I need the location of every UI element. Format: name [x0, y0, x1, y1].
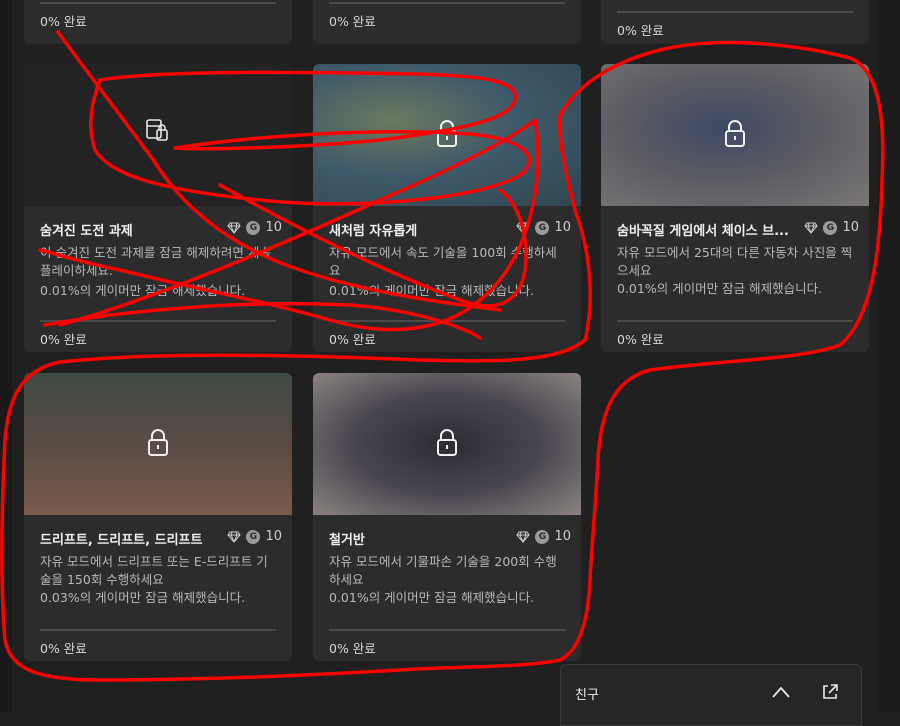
- reward: G 10: [516, 529, 571, 544]
- gamerscore-diamond-icon: [227, 531, 242, 543]
- achievement-card[interactable]: 새처럼 자유롭게 G 10 자유 모드에서 속도 기술을 100회 수행하세요 …: [313, 64, 581, 352]
- progress-bar: [329, 629, 565, 631]
- gamerscore-diamond-icon: [227, 222, 242, 234]
- progress-text: 0% 완료: [40, 332, 87, 347]
- achievement-card[interactable]: 숨바꼭질 게임에서 체이스 브... G 10 자유 모드에서 25대의 다른 …: [601, 64, 869, 352]
- chevron-up-icon[interactable]: [771, 685, 791, 699]
- reward-value: 10: [554, 220, 571, 235]
- progress-text: 0% 완료: [329, 332, 376, 347]
- lock-icon: [148, 429, 168, 456]
- progress-text: 0% 완료: [617, 23, 664, 38]
- progress-text: 0% 완료: [40, 14, 87, 29]
- achievement-title: 새처럼 자유롭게: [329, 224, 418, 239]
- hidden-achievement-icon: [146, 119, 168, 141]
- achievement-rarity: 0.01%의 게이머만 잠금 해제했습니다.: [617, 281, 823, 296]
- reward: G 10: [227, 529, 282, 544]
- reward-value: 10: [554, 529, 571, 544]
- lock-icon: [437, 120, 457, 147]
- gamerscore-g-icon: G: [246, 220, 261, 235]
- achievement-title: 드리프트, 드리프트, 드리프트: [40, 533, 203, 548]
- progress-text: 0% 완료: [329, 641, 376, 656]
- progress-bar: [617, 11, 853, 13]
- friends-panel[interactable]: 친구: [560, 664, 862, 726]
- reward-value: 10: [265, 529, 282, 544]
- gamerscore-diamond-icon: [804, 222, 819, 234]
- progress-bar: [40, 320, 276, 322]
- pop-out-icon[interactable]: [821, 683, 839, 701]
- gamerscore-g-icon: G: [535, 220, 550, 235]
- achievement-rarity: 0.01%의 게이머만 잠금 해제했습니다.: [329, 283, 535, 298]
- achievement-card[interactable]: 숨겨진 도전 과제 G 10 이 숨겨진 도전 과제를 잠금 해제하려면 계속 …: [24, 64, 292, 352]
- achievement-card-partial[interactable]: 0% 완료: [24, 0, 292, 44]
- progress-bar: [617, 320, 853, 322]
- progress-bar: [40, 629, 276, 631]
- reward-value: 10: [265, 220, 282, 235]
- gamerscore-g-icon: G: [535, 529, 550, 544]
- achievement-description: 자유 모드에서 기물파손 기술을 200회 수행하세요: [329, 554, 557, 587]
- friends-label: 친구: [575, 688, 599, 703]
- lock-icon: [437, 429, 457, 456]
- achievement-card-partial[interactable]: 0% 완료: [601, 0, 869, 44]
- achievement-title: 숨겨진 도전 과제: [40, 224, 133, 239]
- progress-text: 0% 완료: [40, 641, 87, 656]
- achievement-rarity: 0.01%의 게이머만 잠금 해제했습니다.: [40, 283, 246, 298]
- achievement-rarity: 0.01%의 게이머만 잠금 해제했습니다.: [329, 590, 535, 605]
- reward: G 10: [804, 220, 859, 235]
- progress-bar: [40, 2, 276, 4]
- left-edge: [0, 0, 12, 712]
- lock-icon: [725, 120, 745, 147]
- achievement-card-partial[interactable]: 0% 완료: [313, 0, 581, 44]
- achievement-card[interactable]: 드리프트, 드리프트, 드리프트 G 10 자유 모드에서 드리프트 또는 E-…: [24, 373, 292, 661]
- progress-text: 0% 완료: [617, 332, 664, 347]
- scroll-track[interactable]: [878, 0, 900, 712]
- gamerscore-g-icon: G: [823, 220, 838, 235]
- gamerscore-g-icon: G: [246, 529, 261, 544]
- reward: G 10: [516, 220, 571, 235]
- achievement-title: 숨바꼭질 게임에서 체이스 브...: [617, 224, 789, 239]
- achievement-description: 자유 모드에서 드리프트 또는 E-드리프트 기술을 150회 수행하세요: [40, 554, 268, 587]
- gamerscore-diamond-icon: [516, 531, 531, 543]
- achievement-description: 자유 모드에서 25대의 다른 자동차 사진을 찍으세요: [617, 245, 853, 278]
- achievement-card[interactable]: 철거반 G 10 자유 모드에서 기물파손 기술을 200회 수행하세요 0.0…: [313, 373, 581, 661]
- progress-bar: [329, 2, 565, 4]
- reward: G 10: [227, 220, 282, 235]
- achievement-rarity: 0.03%의 게이머만 잠금 해제했습니다.: [40, 590, 246, 605]
- progress-text: 0% 완료: [329, 14, 376, 29]
- achievement-description: 자유 모드에서 속도 기술을 100회 수행하세요: [329, 245, 557, 278]
- gamerscore-diamond-icon: [516, 222, 531, 234]
- progress-bar: [329, 320, 565, 322]
- reward-value: 10: [842, 220, 859, 235]
- achievement-title: 철거반: [329, 533, 365, 548]
- achievement-description: 이 숨겨진 도전 과제를 잠금 해제하려면 계속 플레이하세요.: [40, 245, 271, 278]
